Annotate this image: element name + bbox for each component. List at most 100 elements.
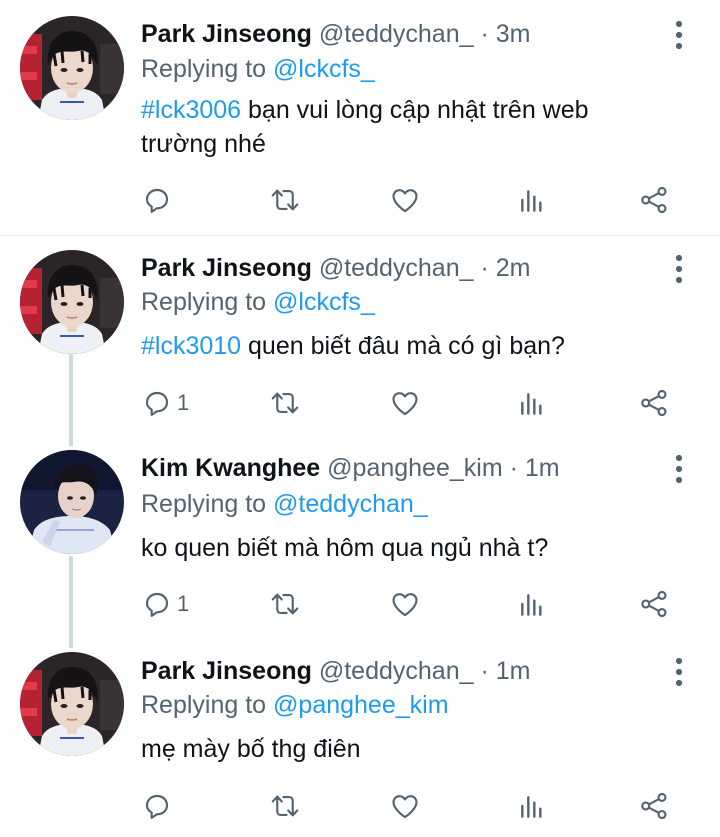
- hashtag-link[interactable]: #lck3010: [141, 332, 241, 360]
- action-bar: 1: [0, 383, 720, 423]
- analytics-button[interactable]: [515, 584, 547, 624]
- tweet-text: mẹ mày bố thg điên: [141, 732, 661, 766]
- reply-count: 1: [177, 591, 190, 616]
- mention-link[interactable]: @lckcfs_: [273, 55, 375, 83]
- like-button[interactable]: [389, 383, 421, 423]
- like-icon: [389, 387, 421, 419]
- user-handle[interactable]: @panghee_kim: [327, 454, 503, 482]
- like-button[interactable]: [389, 180, 421, 220]
- reply-button[interactable]: [141, 180, 177, 220]
- hashtag-link[interactable]: #lck3006: [141, 96, 241, 124]
- tweet[interactable]: Park Jinseong @teddychan_ · 2m Replying …: [0, 236, 720, 436]
- share-button[interactable]: [638, 584, 670, 624]
- user-handle[interactable]: @teddychan_: [319, 254, 474, 282]
- reply-icon: [141, 588, 173, 620]
- more-options-icon: [667, 655, 691, 689]
- tweet-body: mẹ mày bố thg điên: [141, 735, 361, 763]
- mention-link[interactable]: @teddychan_: [273, 490, 428, 518]
- timestamp[interactable]: 3m: [496, 20, 531, 48]
- tweet-header: Kim Kwanghee @panghee_kim · 1m: [141, 453, 560, 483]
- share-icon: [638, 387, 670, 419]
- retweet-icon: [269, 588, 301, 620]
- separator-dot: ·: [480, 254, 489, 282]
- replying-to: Replying to @lckcfs_: [141, 287, 375, 317]
- replying-to-label: Replying to: [141, 490, 267, 518]
- replying-to-label: Replying to: [141, 288, 267, 316]
- avatar[interactable]: [20, 250, 124, 354]
- more-options-button[interactable]: [667, 452, 691, 486]
- analytics-button[interactable]: [515, 383, 547, 423]
- tweet-header: Park Jinseong @teddychan_ · 2m: [141, 253, 530, 283]
- share-button[interactable]: [638, 383, 670, 423]
- like-button[interactable]: [389, 786, 421, 826]
- analytics-button[interactable]: [515, 180, 547, 220]
- retweet-button[interactable]: [269, 584, 301, 624]
- separator-dot: ·: [509, 454, 518, 482]
- share-icon: [638, 588, 670, 620]
- retweet-button[interactable]: [269, 383, 301, 423]
- replying-to-label: Replying to: [141, 691, 267, 719]
- analytics-button[interactable]: [515, 786, 547, 826]
- mention-link[interactable]: @lckcfs_: [273, 288, 375, 316]
- display-name[interactable]: Park Jinseong: [141, 657, 312, 685]
- reply-icon: [141, 387, 173, 419]
- timestamp[interactable]: 2m: [496, 254, 531, 282]
- more-options-button[interactable]: [667, 252, 691, 286]
- user-handle[interactable]: @teddychan_: [319, 657, 474, 685]
- tweet[interactable]: Park Jinseong @teddychan_ · 3m Replying …: [0, 0, 720, 235]
- tweet-text: ko quen biết mà hôm qua ngủ nhà t?: [141, 531, 661, 565]
- mention-link[interactable]: @panghee_kim: [273, 691, 449, 719]
- display-name[interactable]: Park Jinseong: [141, 20, 312, 48]
- more-options-button[interactable]: [667, 18, 691, 52]
- action-bar: [0, 180, 720, 220]
- reply-count: 1: [177, 390, 190, 415]
- reply-icon: [141, 184, 173, 216]
- share-button[interactable]: [638, 180, 670, 220]
- timestamp[interactable]: 1m: [525, 454, 560, 482]
- more-options-button[interactable]: [667, 655, 691, 689]
- display-name[interactable]: Park Jinseong: [141, 254, 312, 282]
- retweet-icon: [269, 790, 301, 822]
- share-icon: [638, 790, 670, 822]
- replying-to: Replying to @panghee_kim: [141, 690, 449, 720]
- reply-icon: [141, 790, 173, 822]
- tweet-header: Park Jinseong @teddychan_ · 1m: [141, 656, 530, 686]
- like-button[interactable]: [389, 584, 421, 624]
- tweet-body: ko quen biết mà hôm qua ngủ nhà t?: [141, 534, 549, 562]
- analytics-icon: [515, 184, 547, 216]
- timestamp[interactable]: 1m: [496, 657, 531, 685]
- tweet[interactable]: Kim Kwanghee @panghee_kim · 1m Replying …: [0, 436, 720, 636]
- reply-button[interactable]: [141, 786, 177, 826]
- action-bar: 1: [0, 584, 720, 624]
- replying-to: Replying to @lckcfs_: [141, 54, 375, 84]
- replying-to-label: Replying to: [141, 55, 267, 83]
- tweet[interactable]: Park Jinseong @teddychan_ · 1m Replying …: [0, 636, 720, 837]
- reply-button[interactable]: 1: [141, 584, 189, 624]
- like-icon: [389, 790, 421, 822]
- tweet-header: Park Jinseong @teddychan_ · 3m: [141, 19, 530, 49]
- more-options-icon: [667, 18, 691, 52]
- display-name[interactable]: Kim Kwanghee: [141, 454, 320, 482]
- tweet-text: #lck3006 bạn vui lòng cập nhật trên web …: [141, 93, 661, 161]
- retweet-button[interactable]: [269, 786, 301, 826]
- share-button[interactable]: [638, 786, 670, 826]
- more-options-icon: [667, 252, 691, 286]
- tweet-body: quen biết đâu mà có gì bạn?: [241, 332, 565, 360]
- retweet-button[interactable]: [269, 180, 301, 220]
- action-bar: [0, 786, 720, 826]
- retweet-icon: [269, 184, 301, 216]
- avatar[interactable]: [20, 450, 124, 554]
- reply-thread: Park Jinseong @teddychan_ · 3m Replying …: [0, 0, 720, 837]
- like-icon: [389, 588, 421, 620]
- user-handle[interactable]: @teddychan_: [319, 20, 474, 48]
- reply-button[interactable]: 1: [141, 383, 189, 423]
- avatar[interactable]: [20, 652, 124, 756]
- analytics-icon: [515, 588, 547, 620]
- tweet-text: #lck3010 quen biết đâu mà có gì bạn?: [141, 329, 661, 363]
- avatar[interactable]: [20, 16, 124, 120]
- more-options-icon: [667, 452, 691, 486]
- retweet-icon: [269, 387, 301, 419]
- replying-to: Replying to @teddychan_: [141, 489, 428, 519]
- share-icon: [638, 184, 670, 216]
- analytics-icon: [515, 387, 547, 419]
